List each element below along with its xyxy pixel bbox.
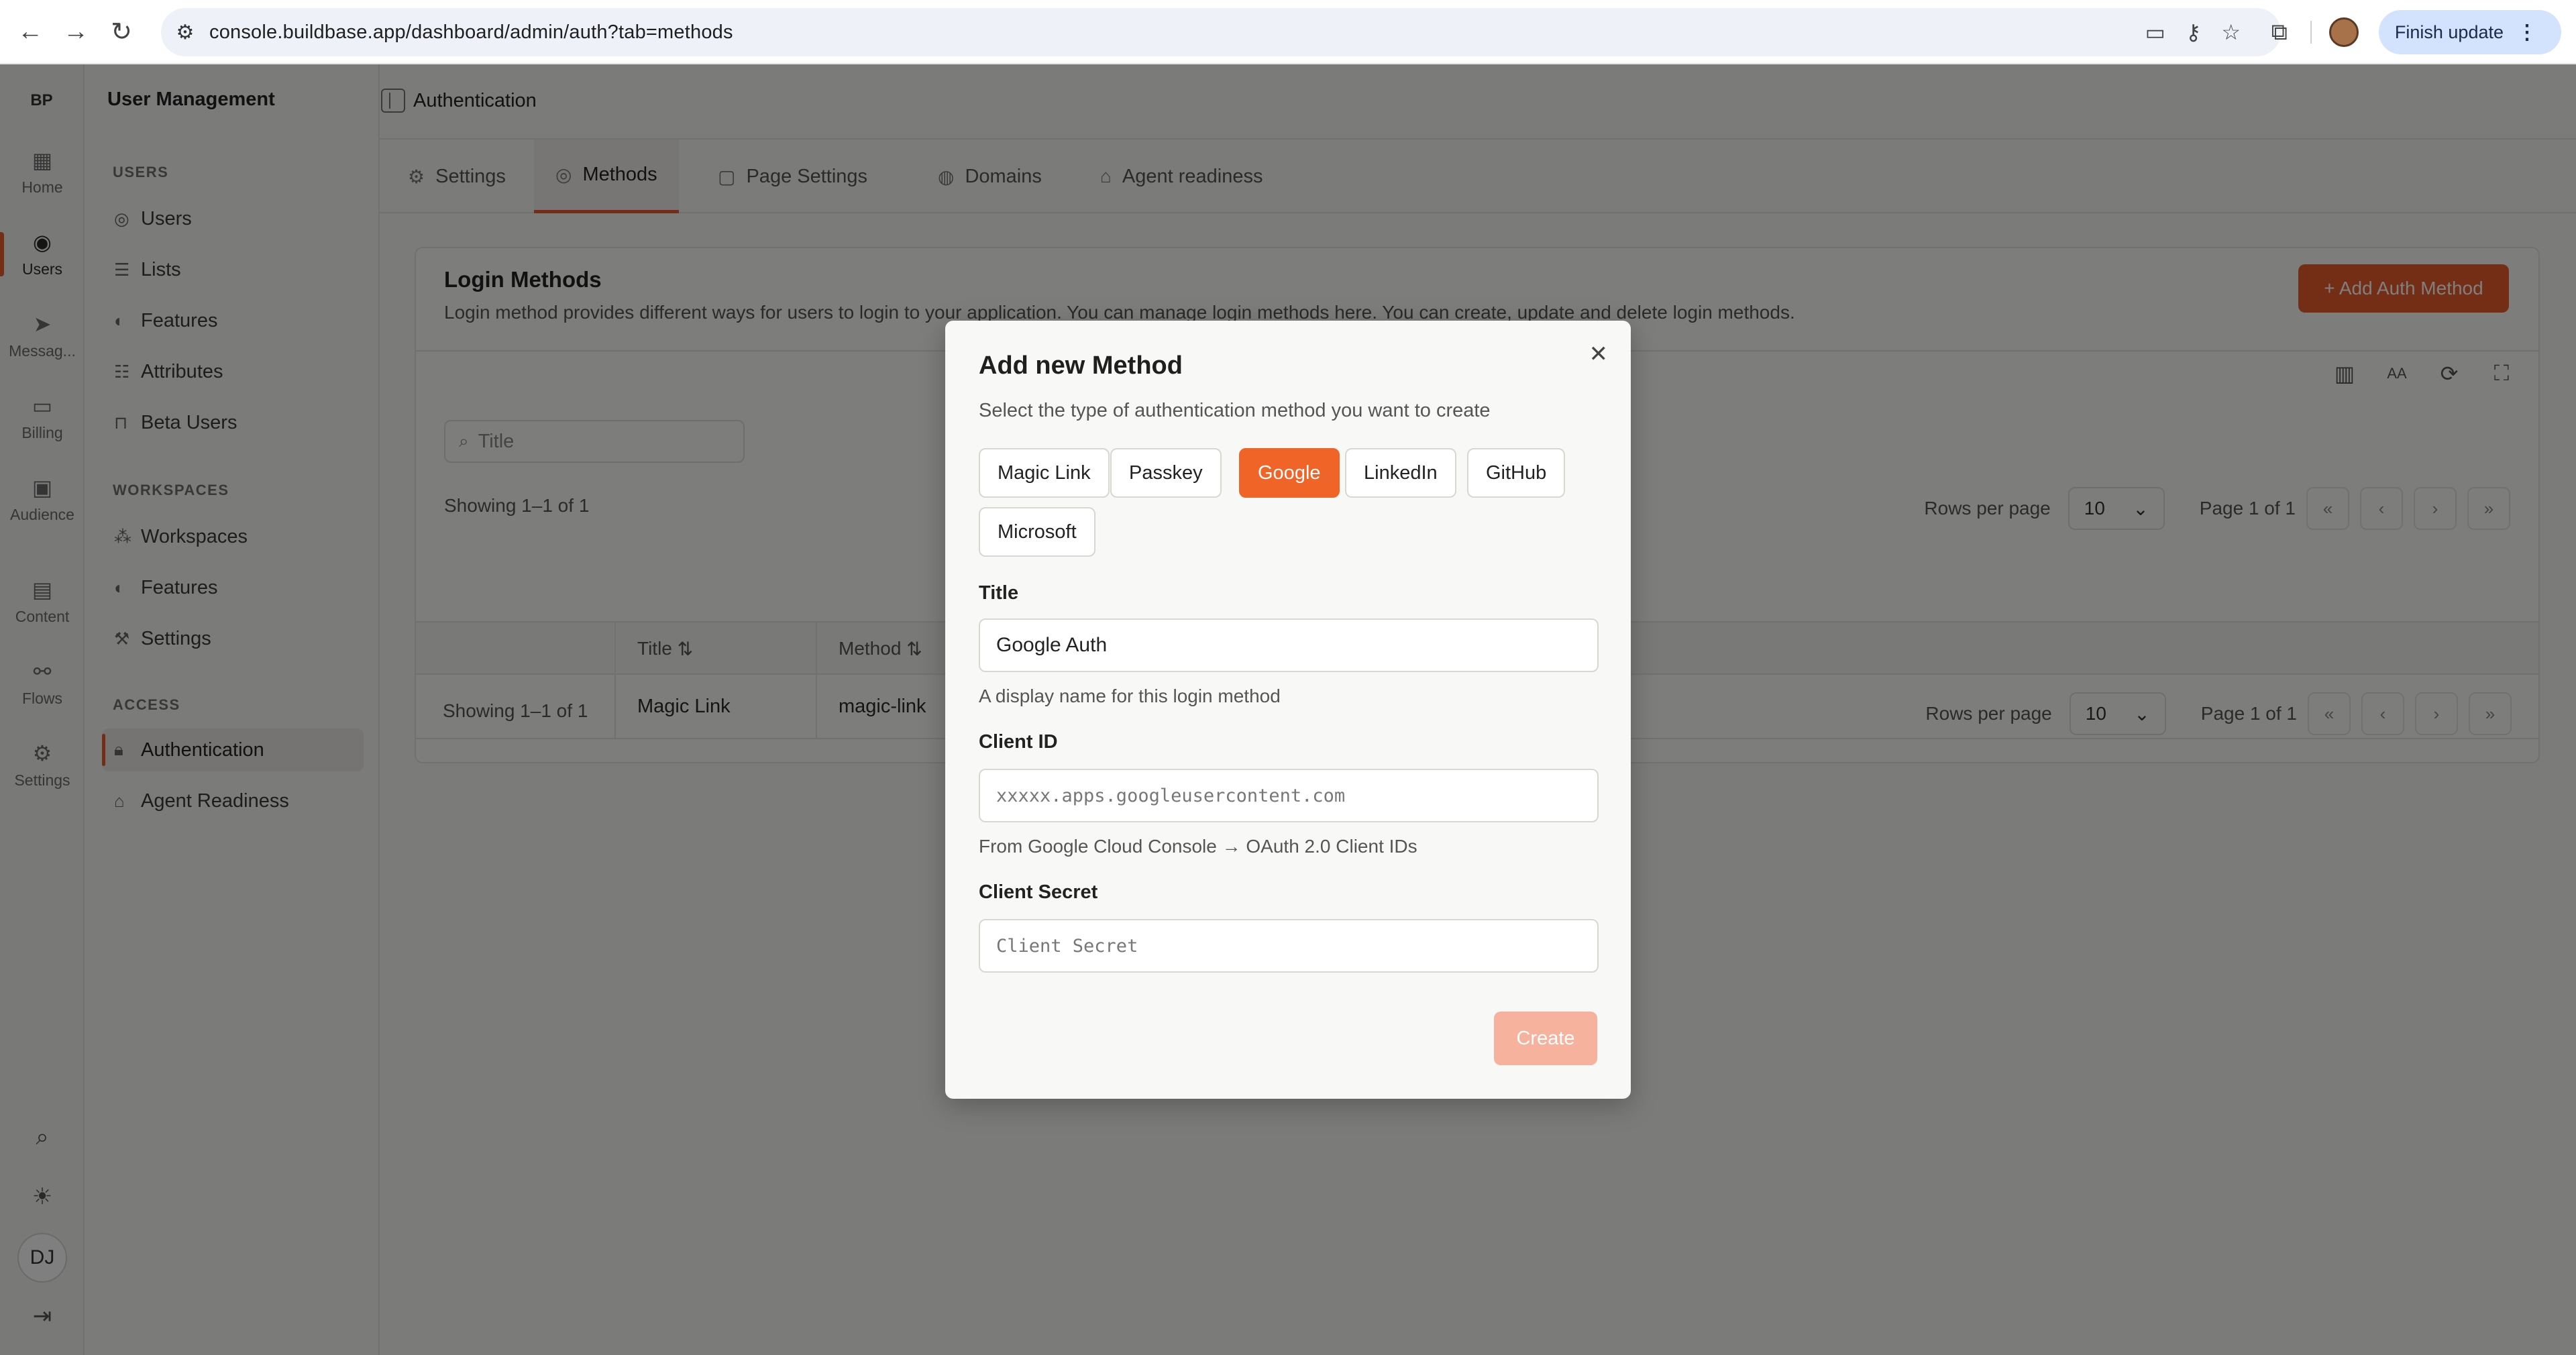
method-option-github[interactable]: GitHub: [1467, 448, 1566, 498]
key-icon[interactable]: ⚷: [2186, 19, 2201, 45]
title-help-text: A display name for this login method: [979, 686, 1281, 706]
client-secret-label: Client Secret: [979, 881, 1098, 903]
create-button[interactable]: Create: [1494, 1012, 1597, 1065]
dialog-subtitle: Select the type of authentication method…: [979, 400, 1491, 421]
url-text[interactable]: console.buildbase.app/dashboard/admin/au…: [209, 21, 733, 44]
profile-avatar[interactable]: [2328, 17, 2359, 47]
method-option-google[interactable]: Google: [1239, 448, 1340, 498]
method-option-magic-link[interactable]: Magic Link: [979, 448, 1110, 498]
add-method-dialog: ✕ Add new Method Select the type of auth…: [945, 321, 1631, 1099]
more-vertical-icon: ⋮: [2517, 21, 2537, 44]
dialog-title: Add new Method: [979, 351, 1183, 380]
client-id-label: Client ID: [979, 731, 1058, 753]
client-id-help-text: From Google Cloud Console → OAuth 2.0 Cl…: [979, 836, 1417, 857]
method-option-microsoft[interactable]: Microsoft: [979, 507, 1095, 557]
bookmark-star-icon[interactable]: ☆: [2221, 19, 2241, 45]
finish-update-label: Finish update: [2394, 21, 2504, 42]
browser-toolbar: ← → ↻ ⚙ console.buildbase.app/dashboard/…: [0, 0, 2576, 64]
title-input[interactable]: Google Auth: [979, 618, 1599, 672]
back-icon[interactable]: ←: [9, 11, 51, 52]
site-settings-icon[interactable]: ⚙: [161, 21, 209, 44]
forward-icon[interactable]: →: [55, 11, 97, 52]
cast-icon[interactable]: ▭: [2145, 19, 2165, 45]
address-bar[interactable]: ⚙ console.buildbase.app/dashboard/admin/…: [161, 8, 2281, 56]
toolbar-divider: [2310, 21, 2312, 44]
reload-icon[interactable]: ↻: [101, 11, 142, 52]
client-secret-input[interactable]: Client Secret: [979, 919, 1599, 973]
client-id-input[interactable]: xxxxx.apps.googleusercontent.com: [979, 769, 1599, 822]
extensions-icon[interactable]: ⧉: [2271, 19, 2288, 46]
finish-update-button[interactable]: Finish update ⋮: [2378, 10, 2561, 54]
method-option-passkey[interactable]: Passkey: [1110, 448, 1222, 498]
method-option-linkedin[interactable]: LinkedIn: [1345, 448, 1456, 498]
close-icon[interactable]: ✕: [1589, 341, 1609, 368]
title-label: Title: [979, 582, 1019, 604]
